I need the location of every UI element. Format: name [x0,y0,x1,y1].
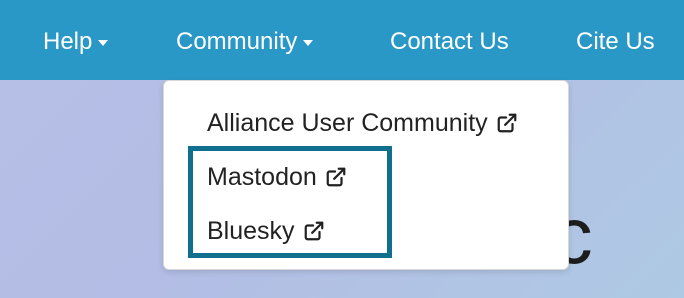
nav-cite-us-label: Cite Us [576,28,655,55]
nav-help-label: Help [43,28,93,55]
caret-down-icon [98,40,109,46]
nav-cite-us-link[interactable]: Cite Us [576,26,655,58]
external-link-icon [496,112,518,134]
community-dropdown-menu: Alliance User Community Mastodon Bluesky [163,80,569,270]
menu-item-alliance-user-community[interactable]: Alliance User Community [207,106,518,140]
caret-down-icon [303,40,314,46]
nav-help-dropdown-toggle[interactable]: Help [43,26,109,58]
menu-item-label: Alliance User Community [207,109,488,137]
menu-item-bluesky[interactable]: Bluesky [207,214,325,248]
top-navbar: Help Community Contact Us Cite Us [0,0,684,80]
menu-item-mastodon[interactable]: Mastodon [207,160,347,194]
nav-contact-us-link[interactable]: Contact Us [390,26,509,58]
nav-community-dropdown-toggle[interactable]: Community [176,26,314,58]
nav-contact-us-label: Contact Us [390,28,509,55]
nav-community-label: Community [176,28,298,55]
menu-item-label: Bluesky [207,217,295,245]
menu-item-label: Mastodon [207,163,317,191]
external-link-icon [303,220,325,242]
external-link-icon [325,166,347,188]
